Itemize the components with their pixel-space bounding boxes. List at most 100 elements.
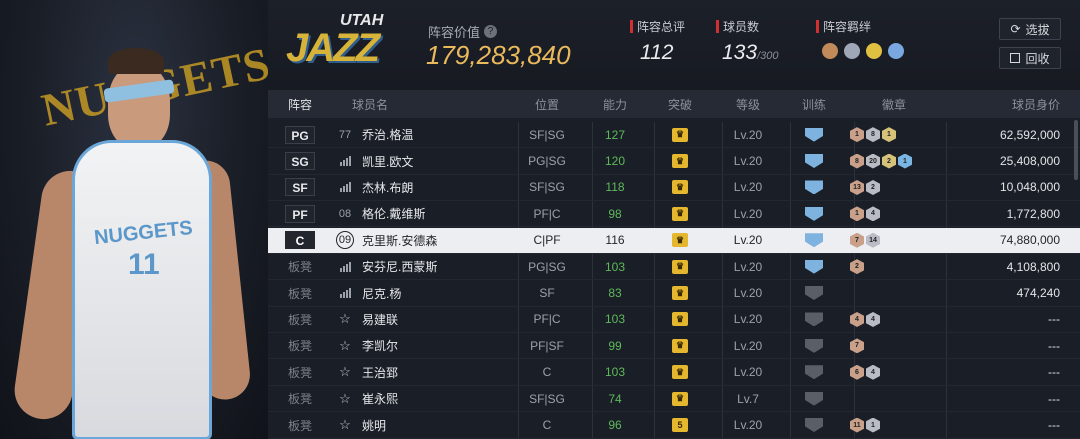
recycle-button[interactable]: 回收 xyxy=(999,47,1061,69)
row-icon-cell: ☆ xyxy=(332,338,358,354)
table-row[interactable]: 板凳 ☆ 李凯尔 PF|SF 99 ♛ Lv.20 7 --- xyxy=(268,333,1080,360)
badges-cell[interactable]: 13 2 xyxy=(846,179,938,195)
badges-cell[interactable]: 2 xyxy=(846,259,938,275)
player-name[interactable]: 姚明 xyxy=(358,417,510,434)
breakthrough-cell[interactable]: ♛ xyxy=(646,180,714,195)
header-pos[interactable]: 阵容 xyxy=(268,96,332,113)
badges-cell[interactable]: 7 14 xyxy=(846,232,938,248)
header-level[interactable]: 等级 xyxy=(714,96,782,113)
training-cell[interactable] xyxy=(782,286,846,301)
star-icon: ☆ xyxy=(339,364,351,380)
player-name[interactable]: 格伦.戴维斯 xyxy=(358,205,510,222)
breakthrough-cell[interactable]: ♛ xyxy=(646,312,714,327)
jersey-number: 11 xyxy=(128,248,160,281)
breakthrough-cell[interactable]: ♛ xyxy=(646,154,714,169)
player-name[interactable]: 乔治.格温 xyxy=(358,126,510,143)
player-value: --- xyxy=(1048,391,1060,406)
jersey xyxy=(72,140,212,439)
scrollbar[interactable] xyxy=(1074,120,1078,180)
player-position: PF|C xyxy=(533,206,561,221)
signal-icon xyxy=(339,261,351,272)
training-shield-icon xyxy=(805,338,823,353)
training-cell[interactable] xyxy=(782,391,846,406)
bond-icon-1[interactable] xyxy=(822,43,838,59)
select-button[interactable]: ⟳ 选拔 xyxy=(999,18,1061,40)
player-name[interactable]: 李凯尔 xyxy=(358,337,510,354)
bond-icon-4[interactable] xyxy=(888,43,904,59)
player-position: PF|SF xyxy=(530,338,564,353)
table-row[interactable]: 板凳 ☆ 易建联 PF|C 103 ♛ Lv.20 44 --- xyxy=(268,307,1080,334)
badges-cell[interactable]: 11 1 xyxy=(846,417,938,433)
training-cell[interactable] xyxy=(782,259,846,274)
breakthrough-cell[interactable]: ♛ xyxy=(646,259,714,274)
badge-icon: 2 xyxy=(866,179,880,195)
table-row[interactable]: 板凳 安芬尼.西蒙斯 PG|SG 103 ♛ Lv.20 2 4,108,800 xyxy=(268,254,1080,281)
player-name[interactable]: 王治郅 xyxy=(358,364,510,381)
player-value: --- xyxy=(1048,418,1060,433)
table-row[interactable]: 板凳 ☆ 王治郅 C 103 ♛ Lv.20 64 --- xyxy=(268,360,1080,386)
row-pos: 板凳 xyxy=(287,365,312,380)
breakthrough-cell[interactable]: ♛ xyxy=(646,127,714,142)
breakthrough-cell[interactable]: ♛ xyxy=(646,233,714,248)
signal-icon xyxy=(339,156,351,167)
breakthrough-cell[interactable]: ♛ xyxy=(646,206,714,221)
breakthrough-cell[interactable]: ♛ xyxy=(646,286,714,301)
badges-cell[interactable]: 7 xyxy=(846,338,938,354)
table-row[interactable]: PF 08 格伦.戴维斯 PF|C 98 ♛ Lv.20 14 1,772,80… xyxy=(268,201,1080,228)
training-cell[interactable] xyxy=(782,418,846,433)
breakthrough-icon: 5 xyxy=(672,418,688,433)
player-value: 62,592,000 xyxy=(999,127,1060,142)
player-name[interactable]: 克里斯.安德森 xyxy=(358,232,510,249)
header-ability[interactable]: 能力 xyxy=(584,96,646,113)
badges-cell[interactable]: 44 xyxy=(846,311,938,327)
crown-icon: ♛ xyxy=(672,233,688,248)
training-cell[interactable] xyxy=(782,338,846,353)
header-breakthrough[interactable]: 突破 xyxy=(646,96,714,113)
training-cell[interactable] xyxy=(782,180,846,195)
header-position[interactable]: 位置 xyxy=(510,96,584,113)
table-row[interactable]: 板凳 尼克.杨 SF 83 ♛ Lv.20 474,240 xyxy=(268,280,1080,307)
player-name[interactable]: 凯里.欧文 xyxy=(358,153,510,170)
header-training[interactable]: 训练 xyxy=(782,96,846,113)
row-pos-cell: 板凳 xyxy=(268,364,332,381)
table-row[interactable]: PG 77 乔治.格温 SF|SG 127 ♛ Lv.20 181 62,592… xyxy=(268,122,1080,149)
player-name[interactable]: 安芬尼.西蒙斯 xyxy=(358,258,510,275)
header-badges[interactable]: 徽章 xyxy=(846,96,938,113)
badges-cell[interactable]: 8 20 2 1 xyxy=(846,153,938,169)
training-shield-icon xyxy=(805,180,823,195)
breakthrough-cell[interactable]: ♛ xyxy=(646,365,714,380)
badge-icon: 1 xyxy=(866,417,880,433)
training-cell[interactable] xyxy=(782,206,846,221)
rating-value: 112 xyxy=(640,41,674,64)
help-icon[interactable]: ? xyxy=(484,25,498,38)
badges-cell[interactable]: 14 xyxy=(846,206,938,222)
player-name[interactable]: 易建联 xyxy=(358,311,510,328)
badges-cell[interactable]: 181 xyxy=(846,127,938,143)
star-icon: ☆ xyxy=(339,390,351,406)
training-cell[interactable] xyxy=(782,312,846,327)
table-row[interactable]: 板凳 ☆ 崔永熙 SF|SG 74 ♛ Lv.7 --- xyxy=(268,386,1080,413)
training-cell[interactable] xyxy=(782,154,846,169)
bond-icon-2[interactable] xyxy=(844,43,860,59)
bond-icon-3[interactable] xyxy=(866,43,882,59)
breakthrough-cell[interactable]: 5 xyxy=(646,418,714,433)
table-row[interactable]: 板凳 ☆ 姚明 C 96 5 Lv.20 11 1 --- xyxy=(268,412,1080,439)
badges-cell[interactable]: 64 xyxy=(846,364,938,380)
table-row[interactable]: SF 杰林.布朗 SF|SG 118 ♛ Lv.20 13 2 10,048,00… xyxy=(268,175,1080,202)
player-name[interactable]: 尼克.杨 xyxy=(358,285,510,302)
training-cell[interactable] xyxy=(782,127,846,142)
player-name[interactable]: 崔永熙 xyxy=(358,390,510,407)
training-shield-icon xyxy=(805,154,823,169)
table-row[interactable]: SG 凯里.欧文 PG|SG 120 ♛ Lv.20 8 20 2 1 25,408,… xyxy=(268,148,1080,175)
training-shield-icon xyxy=(805,259,823,274)
player-name[interactable]: 杰林.布朗 xyxy=(358,179,510,196)
header-value[interactable]: 球员身价 xyxy=(938,96,1080,113)
breakthrough-cell[interactable]: ♛ xyxy=(646,391,714,406)
table-row[interactable]: C 09 克里斯.安德森 C|PF 116 ♛ Lv.20 7 14 74,880… xyxy=(268,227,1080,254)
breakthrough-cell[interactable]: ♛ xyxy=(646,338,714,353)
crown-icon: ♛ xyxy=(672,259,688,274)
training-cell[interactable] xyxy=(782,233,846,248)
player-value: --- xyxy=(1048,365,1060,380)
header-name[interactable]: 球员名 xyxy=(332,96,510,113)
training-cell[interactable] xyxy=(782,365,846,380)
